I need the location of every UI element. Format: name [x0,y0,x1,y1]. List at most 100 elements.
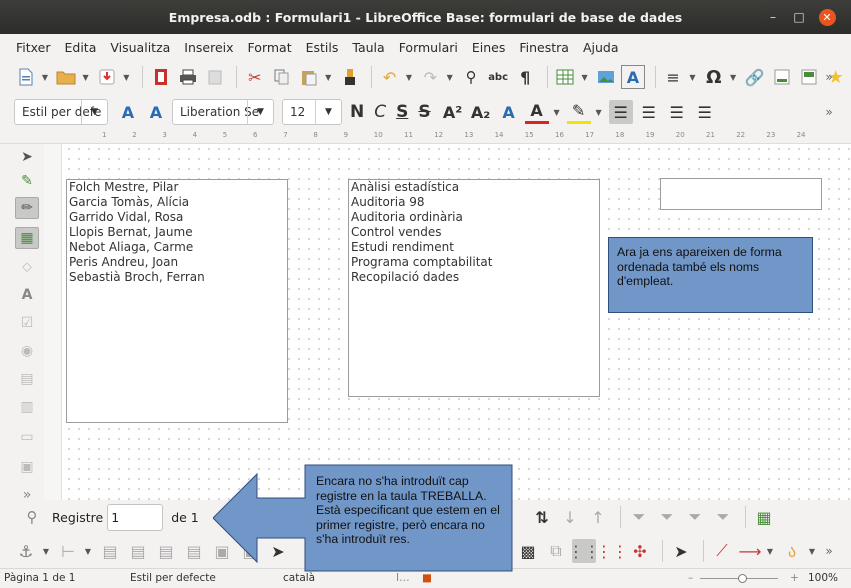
print-preview-icon[interactable] [203,65,226,89]
overflow-chevron-icon[interactable]: » [817,539,841,563]
chevron-down-icon[interactable]: ▼ [84,539,92,563]
chevron-down-icon[interactable]: ▼ [581,65,589,89]
form-navigator-icon[interactable]: ▩ [516,539,540,563]
list-item[interactable]: Peris Andreu, Joan [69,255,285,270]
list-item[interactable]: Control vendes [351,225,597,240]
formatting-marks-icon[interactable]: ¶ [514,65,537,89]
reset-filter-icon[interactable]: ⏷ [711,505,735,529]
list-item[interactable]: Folch Mestre, Pilar [69,180,285,195]
new-style-icon[interactable]: A [144,100,168,124]
minimize-button[interactable]: – [760,0,786,34]
menu-taula[interactable]: Taula [345,40,391,55]
chevron-down-icon[interactable]: ▼ [405,65,413,89]
record-number-input[interactable] [107,503,164,531]
list-item[interactable]: Garrido Vidal, Rosa [69,210,285,225]
list-item[interactable]: Nebot Aliaga, Carme [69,240,285,255]
align-objects-icon[interactable]: ⊢ [56,539,80,563]
task-list-box[interactable]: Anàlisi estadística Auditoria 98 Auditor… [348,179,600,397]
select-pointer-icon[interactable]: ➤ [15,146,39,168]
paragraph-style-select[interactable]: Estil per defe ▼ [14,99,108,125]
menu-formulari[interactable]: Formulari [392,40,465,55]
menu-finestra[interactable]: Finestra [512,40,576,55]
menu-fitxer[interactable]: Fitxer [9,40,58,55]
shadow-icon[interactable]: A [497,100,521,124]
list-item[interactable]: Auditoria 98 [351,195,597,210]
menu-edita[interactable]: Edita [58,40,104,55]
search-icon[interactable]: ⚲ [20,505,44,529]
align-center-icon[interactable]: ☰ [637,100,661,124]
label-field-icon[interactable]: ⬦ [15,256,39,278]
selection-mode-icon[interactable]: I… [396,572,410,584]
insert-textbox-icon[interactable]: A [621,65,645,89]
export-pdf-icon[interactable] [149,65,172,89]
guides-icon[interactable]: ✣ [628,539,652,563]
font-color-icon[interactable]: A [524,100,549,124]
menu-format[interactable]: Format [241,40,299,55]
language-indicator[interactable]: català [283,572,315,584]
form-design-icon[interactable]: ▦ [15,227,39,249]
save-icon[interactable] [95,65,118,89]
sort-icon[interactable]: ⇅ [530,505,554,529]
hyperlink-icon[interactable]: 🔗 [743,65,766,89]
spelling-icon[interactable]: abc [487,65,510,89]
snap-to-grid-icon[interactable]: ⋮⋮ [596,539,628,563]
tab-order-icon[interactable]: ⧉ [544,539,568,563]
chevron-down-icon[interactable]: ▼ [42,539,50,563]
text-box-icon[interactable]: A [15,284,39,306]
font-name-select[interactable]: Liberation Se ▼ [172,99,274,125]
control-wizards-icon[interactable]: ✏ [15,197,39,219]
italic-button[interactable]: C [374,102,386,122]
send-backward-icon[interactable]: ▤ [126,539,150,563]
menu-estils[interactable]: Estils [299,40,346,55]
font-size-select[interactable]: 12 ▼ [282,99,342,125]
undo-icon[interactable]: ↶ [378,65,401,89]
insert-image-icon[interactable] [594,65,617,89]
clone-formatting-icon[interactable] [338,65,361,89]
chevron-down-icon[interactable]: ▼ [41,65,49,89]
maximize-button[interactable]: □ [786,0,812,34]
highlight-icon[interactable]: ✎ [566,100,591,124]
close-button[interactable]: ✕ [814,0,840,34]
menu-visualitza[interactable]: Visualitza [103,40,177,55]
redo-icon[interactable]: ↷ [419,65,442,89]
bold-button[interactable]: N [350,102,364,122]
chevron-down-icon[interactable]: ▼ [82,65,90,89]
insert-table-icon[interactable] [554,65,577,89]
chevron-down-icon[interactable]: ▼ [689,65,697,89]
list-item[interactable]: Programa comptabilitat [351,255,597,270]
overflow-chevron-icon[interactable]: » [817,100,841,124]
autofilter-icon[interactable]: ⏷ [627,505,651,529]
underline-button[interactable]: S [396,102,408,122]
sort-descending-icon[interactable]: ↑ [586,505,610,529]
menu-eines[interactable]: Eines [465,40,513,55]
bring-to-front-icon[interactable]: ▤ [154,539,178,563]
find-replace-icon[interactable]: ⚲ [460,65,483,89]
overflow-chevron-icon[interactable]: » [817,65,841,89]
check-box-icon[interactable]: ☑ [15,312,39,334]
align-right-icon[interactable]: ☰ [665,100,689,124]
select-pointer-icon[interactable]: ➤ [669,539,693,563]
list-item[interactable]: Llopis Bernat, Jaume [69,225,285,240]
list-item[interactable]: Garcia Tomàs, Alícia [69,195,285,210]
superscript-icon[interactable]: A² [441,100,465,124]
sort-ascending-icon[interactable]: ↓ [558,505,582,529]
send-to-back-icon[interactable]: ▤ [182,539,206,563]
option-button-icon[interactable]: ◉ [15,340,39,362]
justify-icon[interactable]: ☰ [693,100,717,124]
chevron-down-icon[interactable]: ▼ [595,100,603,124]
menu-ajuda[interactable]: Ajuda [576,40,626,55]
chevron-down-icon[interactable]: ▼ [123,65,131,89]
text-field[interactable] [660,178,822,210]
form-canvas[interactable]: Folch Mestre, Pilar Garcia Tomàs, Alícia… [44,144,851,508]
employee-list-box[interactable]: Folch Mestre, Pilar Garcia Tomàs, Alícia… [66,179,288,423]
chevron-down-icon[interactable]: ▼ [808,539,816,563]
anchor-icon[interactable]: ⚓ [14,539,38,563]
align-left-icon[interactable]: ☰ [608,100,633,124]
line-icon[interactable]: ⟋ [710,539,734,563]
list-item[interactable]: Sebastià Broch, Ferran [69,270,285,285]
chevron-down-icon[interactable]: ▼ [553,100,561,124]
cut-icon[interactable]: ✂ [243,65,266,89]
chevron-down-icon[interactable]: ▼ [324,65,332,89]
print-icon[interactable] [176,65,199,89]
show-grid-icon[interactable]: ⋮⋮ [568,539,600,563]
